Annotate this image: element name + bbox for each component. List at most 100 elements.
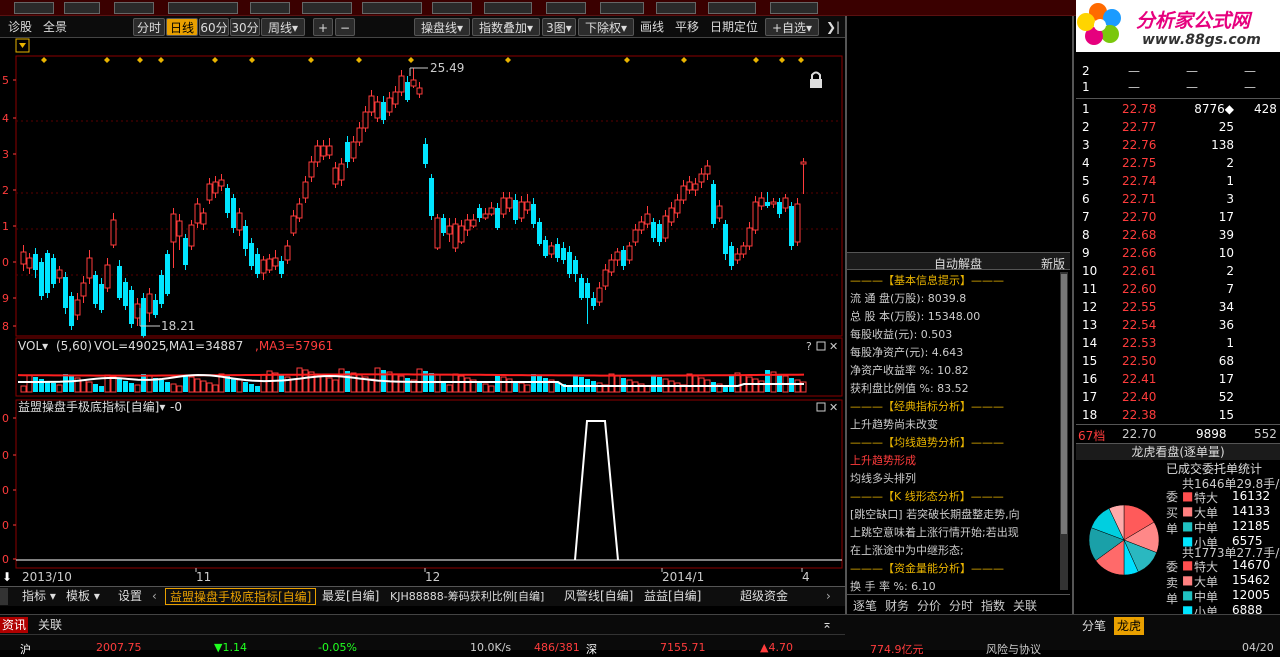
volume-bar	[183, 375, 188, 392]
strip-button[interactable]	[114, 2, 154, 14]
candle	[567, 246, 572, 278]
strip-button[interactable]	[302, 2, 352, 14]
info-tab[interactable]: 关联	[1013, 597, 1037, 615]
indicator-menu[interactable]: 指标 ▾	[22, 588, 56, 605]
ex-rights-dropdown[interactable]: 下除权▾	[578, 18, 634, 36]
candle	[770, 198, 777, 208]
volume-bar	[206, 382, 213, 393]
dragon-tiger-text: 委	[1166, 490, 1179, 504]
y-tick-label: 0	[2, 484, 9, 497]
date-locate-button[interactable]: 日期定位	[706, 18, 762, 36]
volume-bar	[441, 383, 446, 392]
strip-button[interactable]	[250, 2, 290, 14]
help-icon[interactable]: ?	[806, 340, 812, 353]
tab-scroll-left[interactable]	[0, 588, 8, 605]
strip-button[interactable]	[64, 2, 100, 14]
info-tab[interactable]: 分价	[917, 597, 941, 615]
quote-row	[847, 144, 1070, 162]
tab-tick[interactable]: 分笔	[1082, 617, 1106, 635]
zoom-out-button[interactable]: −	[335, 18, 355, 36]
chart-toolbar: 诊股 全景 分时 日线 60分 30分 周线▾ + − 操盘线▾ 指数叠加▾ 3…	[0, 16, 845, 38]
strip-button[interactable]	[656, 2, 696, 14]
maximize-icon[interactable]	[816, 402, 826, 412]
indicator-signal-line	[574, 420, 619, 561]
template-menu[interactable]: 模板 ▾	[66, 588, 100, 605]
chevron-right-icon[interactable]: ›	[826, 588, 831, 605]
candle	[362, 106, 369, 132]
candle	[488, 202, 495, 216]
scroll-down-icon[interactable]: ⬇	[2, 570, 12, 584]
period-tab-30min[interactable]: 30分	[230, 18, 260, 36]
expand-icon[interactable]: ⌅	[822, 617, 832, 631]
index-overlay-dropdown[interactable]: 指数叠加▾	[472, 18, 540, 36]
tab-related[interactable]: 关联	[38, 617, 62, 633]
tab-indicator[interactable]: KJH88888-筹码获利比例[自编]	[390, 588, 544, 605]
analysis-line: 在上涨途中为中继形态;	[850, 544, 964, 557]
chevron-left-icon[interactable]: ‹	[152, 588, 157, 605]
pan-button[interactable]: 平移	[672, 18, 702, 36]
analysis-line: 每股收益(元): 0.503	[850, 328, 953, 341]
strip-button[interactable]	[708, 2, 756, 14]
period-tab-minute[interactable]: 分时	[133, 18, 165, 36]
close-icon[interactable]: ✕	[829, 340, 838, 353]
analysis-scrollbar[interactable]	[1060, 272, 1068, 590]
tab-indicator[interactable]: 益益[自编]	[644, 588, 701, 605]
ticker-item: 沪	[20, 643, 31, 656]
info-tab[interactable]: 指数	[981, 597, 1005, 615]
dragon-tiger-title: 龙虎看盘(逐单量)	[1076, 443, 1280, 460]
period-tab-60min[interactable]: 60分	[199, 18, 229, 36]
tab-indicator-active[interactable]: 益盟操盘手极底指标[自编]	[165, 588, 317, 605]
strip-button[interactable]	[362, 2, 422, 14]
quote-panel	[847, 16, 1070, 252]
period-tab-daily[interactable]: 日线	[166, 18, 198, 36]
quote-row	[847, 198, 1070, 216]
tab-news[interactable]: 资讯	[0, 617, 29, 633]
candle	[657, 220, 662, 246]
candle	[591, 292, 596, 310]
close-icon[interactable]: ✕	[829, 401, 838, 414]
vol-ma3-line	[17, 373, 805, 377]
tab-indicator[interactable]: 最爱[自编]	[322, 588, 379, 605]
vol-params: (5,60)	[56, 339, 92, 353]
candle	[117, 260, 122, 300]
strip-button[interactable]	[546, 2, 586, 14]
vol-indicator-name[interactable]: VOL▾	[18, 339, 48, 353]
volume-bar	[20, 385, 27, 393]
strip-button[interactable]	[14, 2, 54, 14]
tab-dragon-tiger[interactable]: 龙虎	[1114, 617, 1145, 635]
candle	[531, 198, 536, 228]
zoom-in-button[interactable]: +	[313, 18, 333, 36]
diagnose-button[interactable]: 诊股	[6, 18, 34, 36]
order-row: 7 22.70 17	[1082, 210, 1234, 224]
strip-button[interactable]	[770, 2, 818, 14]
panorama-button[interactable]: 全景	[40, 18, 70, 36]
info-tab[interactable]: 财务	[885, 597, 909, 615]
volume-bar	[434, 374, 441, 393]
high-price-label: 25.49	[430, 61, 464, 75]
operation-line-dropdown[interactable]: 操盘线▾	[414, 18, 470, 36]
draw-line-button[interactable]: 画线	[636, 18, 668, 36]
strip-button[interactable]	[432, 2, 472, 14]
strip-button[interactable]	[600, 2, 644, 14]
info-tab[interactable]: 分时	[949, 597, 973, 615]
y-tick-label: 0	[2, 256, 9, 269]
info-tab[interactable]: 逐笔	[853, 597, 877, 615]
indicator-name[interactable]: 益盟操盘手极底指标[自编]▾	[18, 399, 165, 414]
strip-button[interactable]	[168, 2, 238, 14]
period-tab-weekly[interactable]: 周线▾	[261, 18, 305, 36]
order-row: 4 22.75 2	[1082, 156, 1234, 170]
settings-button[interactable]: 设置	[118, 588, 142, 605]
add-watchlist-dropdown[interactable]: +自选▾	[765, 18, 819, 36]
strip-button[interactable]	[484, 2, 532, 14]
three-chart-dropdown[interactable]: 3图▾	[542, 18, 576, 36]
tab-indicator[interactable]: 风警线[自编]	[564, 588, 633, 605]
maximize-icon[interactable]	[816, 341, 826, 351]
candle	[746, 222, 753, 250]
lock-icon[interactable]	[810, 71, 822, 89]
candle	[129, 286, 134, 328]
tab-indicator[interactable]: 超级资金	[740, 588, 788, 605]
candle	[326, 138, 333, 159]
volume-bar	[518, 382, 525, 393]
collapse-panel-icon[interactable]: ❯|	[823, 18, 843, 36]
stock-chart[interactable]: 54321098 25.49 18.21 VOL▾ (5,60) VOL=490…	[0, 38, 845, 586]
